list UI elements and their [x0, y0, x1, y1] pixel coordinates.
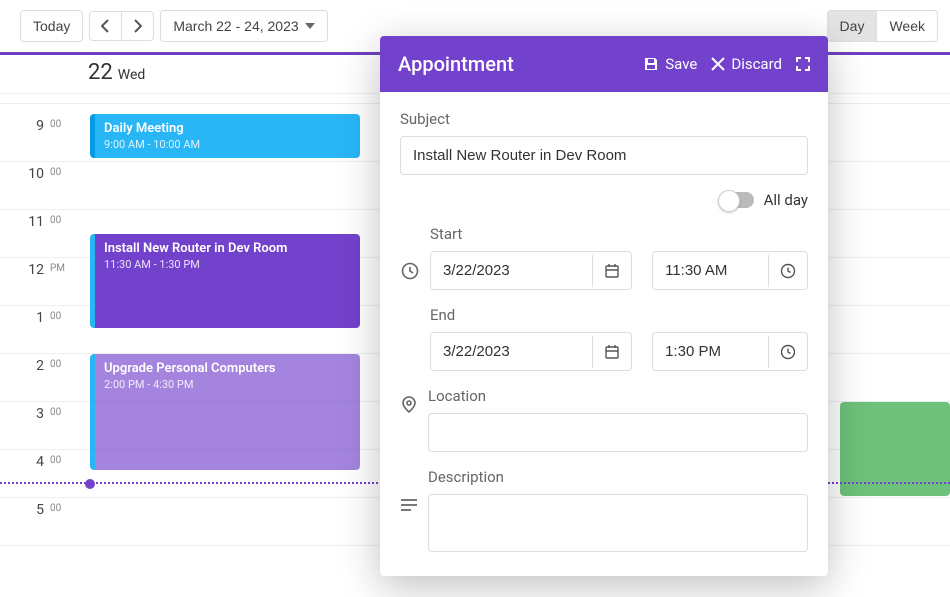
minute-label: 00 [50, 354, 72, 401]
end-time-input[interactable] [652, 332, 808, 371]
start-time-input[interactable] [652, 251, 808, 290]
calendar-icon [604, 263, 620, 279]
date-weekday: Wed [118, 67, 146, 83]
minute-label: 00 [50, 210, 72, 257]
dialog-title: Appointment [398, 52, 629, 76]
minute-label: 00 [50, 114, 72, 161]
event-time: 9:00 AM - 10:00 AM [104, 138, 351, 151]
start-label: Start [430, 225, 462, 243]
calendar-icon [604, 344, 620, 360]
save-icon [643, 56, 659, 72]
minute-label: 00 [50, 498, 72, 545]
time-picker-button[interactable] [768, 255, 807, 287]
event-title: Install New Router in Dev Room [104, 241, 351, 256]
next-button[interactable] [122, 11, 154, 41]
prev-button[interactable] [89, 11, 122, 41]
hour-label: 2 [0, 354, 50, 401]
minute-label: 00 [50, 162, 72, 209]
subject-label: Subject [400, 110, 808, 128]
hour-label: 11 [0, 210, 50, 257]
chevron-right-icon [133, 19, 142, 33]
all-day-label: All day [764, 191, 808, 209]
appointment-dialog: Appointment Save Discard Subject All day… [380, 36, 828, 576]
hour-label: 10 [0, 162, 50, 209]
calendar-event[interactable]: Install New Router in Dev Room 11:30 AM -… [90, 234, 360, 328]
subject-input[interactable] [400, 136, 808, 175]
event-title: Upgrade Personal Computers [104, 361, 351, 376]
end-label: End [430, 306, 455, 324]
location-label: Location [428, 387, 808, 405]
save-button[interactable]: Save [643, 55, 697, 73]
event-title: Daily Meeting [104, 121, 351, 136]
minute-label: 00 [50, 306, 72, 353]
description-input[interactable] [428, 494, 808, 552]
description-label: Description [428, 468, 808, 486]
ampm-label: PM [50, 258, 64, 305]
discard-button[interactable]: Discard [711, 55, 782, 73]
current-time-dot [85, 479, 95, 489]
all-day-toggle[interactable] [720, 192, 754, 208]
fullscreen-button[interactable] [796, 57, 810, 71]
minute-label: 00 [50, 450, 72, 497]
calendar-event[interactable]: Upgrade Personal Computers 2:00 PM - 4:30… [90, 354, 360, 470]
clock-icon [780, 344, 796, 360]
hour-label: 3 [0, 402, 50, 449]
calendar-picker-button[interactable] [592, 255, 631, 287]
view-day-button[interactable]: Day [827, 10, 878, 42]
time-picker-button[interactable] [768, 336, 807, 368]
close-icon [711, 57, 725, 71]
description-icon [400, 498, 418, 512]
location-input[interactable] [428, 413, 808, 452]
end-date-input[interactable] [430, 332, 632, 371]
clock-icon [780, 263, 796, 279]
location-icon [400, 396, 418, 414]
hour-label: 5 [0, 498, 50, 545]
hour-label: 9 [0, 114, 50, 161]
event-time: 11:30 AM - 1:30 PM [104, 258, 351, 271]
event-time: 2:00 PM - 4:30 PM [104, 378, 351, 391]
view-week-button[interactable]: Week [876, 10, 938, 42]
calendar-picker-button[interactable] [592, 336, 631, 368]
hour-label: 12 [0, 258, 50, 305]
start-date-input[interactable] [430, 251, 632, 290]
date-range-dropdown[interactable]: March 22 - 24, 2023 [160, 10, 327, 42]
date-number: 22 [88, 60, 113, 85]
today-button[interactable]: Today [20, 10, 83, 42]
clock-icon [401, 262, 419, 280]
hour-label: 4 [0, 450, 50, 497]
fullscreen-icon [796, 57, 810, 71]
minute-label: 00 [50, 402, 72, 449]
chevron-left-icon [101, 19, 110, 33]
caret-down-icon [305, 23, 315, 29]
date-range-label: March 22 - 24, 2023 [173, 18, 298, 34]
hour-label: 1 [0, 306, 50, 353]
dialog-header: Appointment Save Discard [380, 36, 828, 92]
calendar-event[interactable]: Daily Meeting 9:00 AM - 10:00 AM [90, 114, 360, 158]
